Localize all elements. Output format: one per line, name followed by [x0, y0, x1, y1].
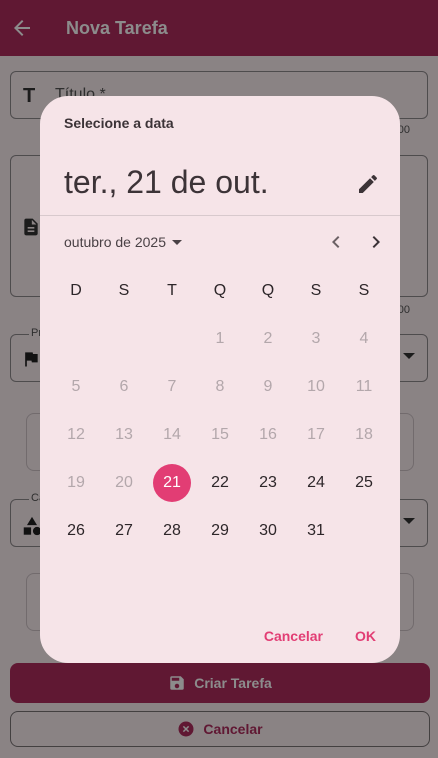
day-cell: 3: [292, 315, 340, 363]
day-cell[interactable]: 31: [292, 507, 340, 555]
day-number: 4: [359, 330, 369, 347]
weekday-label: T: [167, 282, 177, 299]
dialog-actions: Cancelar OK: [264, 628, 376, 644]
day-number: 14: [163, 426, 181, 443]
day-cell: 14: [148, 411, 196, 459]
day-cell: 1: [196, 315, 244, 363]
chevron-right-icon[interactable]: [364, 230, 388, 254]
day-number: 10: [307, 378, 325, 395]
empty-day-cell: [52, 315, 100, 363]
chevron-left-icon[interactable]: [324, 230, 348, 254]
day-cell[interactable]: 30: [244, 507, 292, 555]
day-number: 28: [163, 522, 181, 539]
day-cell: 19: [52, 459, 100, 507]
day-number: 1: [215, 330, 225, 347]
cancel-button[interactable]: Cancelar: [264, 628, 323, 644]
day-cell: 16: [244, 411, 292, 459]
calendar-week-row: 26 27 28 29 30 31: [52, 507, 388, 555]
day-cell[interactable]: 29: [196, 507, 244, 555]
dropdown-arrow-icon: [171, 239, 182, 245]
day-number: 6: [119, 378, 129, 395]
day-number: 9: [263, 378, 273, 395]
day-cell: 5: [52, 363, 100, 411]
day-cell[interactable]: 26: [52, 507, 100, 555]
day-number: 2: [263, 330, 273, 347]
date-picker-dialog: Selecione a data ter., 21 de out. outubr…: [40, 96, 400, 663]
calendar-week-row: 12 13 14 15 16 17 18: [52, 411, 388, 459]
day-number: 30: [259, 522, 277, 539]
weekday-label: Q: [213, 282, 227, 299]
day-cell: 6: [100, 363, 148, 411]
calendar-grid: D S T Q Q S S 1 2 3 4 5 6 7 8 9 10 11 12 13 14 15 16 17 18 19 20 21…: [52, 267, 388, 555]
day-number: 27: [115, 522, 133, 539]
empty-day-cell: [100, 315, 148, 363]
day-number: 21: [153, 464, 191, 502]
ok-button[interactable]: OK: [355, 628, 376, 644]
dialog-header: Selecione a data: [64, 115, 174, 131]
day-cell-selected[interactable]: 21: [148, 459, 196, 507]
day-number: 20: [115, 474, 133, 491]
calendar-week-row: 5 6 7 8 9 10 11: [52, 363, 388, 411]
day-cell[interactable]: 27: [100, 507, 148, 555]
day-cell: 18: [340, 411, 388, 459]
day-cell: 9: [244, 363, 292, 411]
day-number: 25: [355, 474, 373, 491]
month-year-dropdown[interactable]: outubro de 2025: [64, 234, 182, 250]
selected-date-display: ter., 21 de out.: [64, 164, 269, 200]
day-number: 7: [167, 378, 177, 395]
day-number: 15: [211, 426, 229, 443]
day-cell: 13: [100, 411, 148, 459]
day-cell: 20: [100, 459, 148, 507]
month-year-label: outubro de 2025: [64, 234, 166, 250]
day-number: 24: [307, 474, 325, 491]
day-number: 3: [311, 330, 321, 347]
day-cell: 8: [196, 363, 244, 411]
day-cell: 17: [292, 411, 340, 459]
day-number: 17: [307, 426, 325, 443]
day-cell[interactable]: 25: [340, 459, 388, 507]
weekday-label: S: [358, 282, 370, 299]
day-number: 23: [259, 474, 277, 491]
day-cell: 7: [148, 363, 196, 411]
calendar-week-row: 19 20 21 22 23 24 25: [52, 459, 388, 507]
day-number: 31: [307, 522, 325, 539]
day-number: 8: [215, 378, 225, 395]
empty-day-cell: [148, 315, 196, 363]
weekday-header-row: DSTQQSS: [52, 267, 388, 315]
day-cell[interactable]: 22: [196, 459, 244, 507]
day-number: 12: [67, 426, 85, 443]
day-number: 22: [211, 474, 229, 491]
edit-pencil-icon[interactable]: [356, 172, 380, 196]
day-cell: 15: [196, 411, 244, 459]
day-number: 11: [355, 378, 373, 395]
day-cell[interactable]: 24: [292, 459, 340, 507]
day-cell: 2: [244, 315, 292, 363]
calendar-week-row: 1 2 3 4: [52, 315, 388, 363]
weekday-label: S: [310, 282, 322, 299]
day-cell: 12: [52, 411, 100, 459]
day-cell: 4: [340, 315, 388, 363]
day-number: 18: [355, 426, 373, 443]
day-number: 19: [67, 474, 85, 491]
day-number: 5: [71, 378, 81, 395]
day-cell: 10: [292, 363, 340, 411]
day-number: 26: [67, 522, 85, 539]
day-number: 29: [211, 522, 229, 539]
day-number: 13: [115, 426, 133, 443]
weekday-label: D: [70, 282, 82, 299]
day-cell[interactable]: 23: [244, 459, 292, 507]
weekday-label: Q: [261, 282, 275, 299]
divider: [40, 215, 400, 216]
empty-day-cell: [340, 507, 388, 555]
day-cell[interactable]: 28: [148, 507, 196, 555]
weekday-label: S: [118, 282, 130, 299]
day-cell: 11: [340, 363, 388, 411]
day-number: 16: [259, 426, 277, 443]
